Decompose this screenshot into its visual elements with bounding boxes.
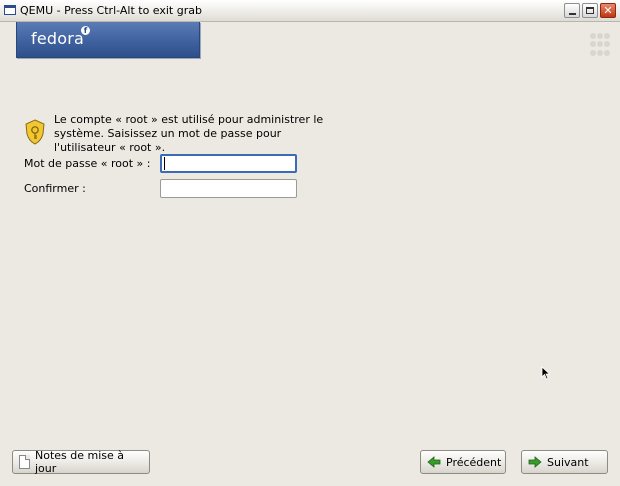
window-titlebar[interactable]: QEMU - Press Ctrl-Alt to exit grab ✕ <box>0 0 620 22</box>
close-button[interactable]: ✕ <box>600 3 616 18</box>
window-icon <box>4 5 16 15</box>
key-badge-icon <box>25 119 45 145</box>
minimize-icon <box>568 12 576 15</box>
confirm-password-input[interactable] <box>160 179 297 198</box>
arrow-left-icon <box>427 456 441 468</box>
close-icon: ✕ <box>603 4 613 17</box>
dots-grid-icon <box>590 33 610 57</box>
text-caret <box>164 157 165 170</box>
minimize-button[interactable] <box>564 3 580 18</box>
mouse-pointer-icon <box>541 366 551 380</box>
maximize-icon <box>586 7 594 14</box>
fedora-infinity-mark: f <box>81 26 90 35</box>
release-notes-button[interactable]: Notes de mise à jour <box>12 449 150 475</box>
maximize-button[interactable] <box>582 3 598 18</box>
back-button[interactable]: Précédent <box>420 450 506 474</box>
root-account-description: Le compte « root » est utilisé pour admi… <box>54 113 324 154</box>
release-notes-label: Notes de mise à jour <box>35 449 125 475</box>
next-label: Suivant <box>547 455 589 469</box>
fedora-logo-banner: fedora f <box>16 22 200 58</box>
next-button[interactable]: Suivant <box>521 450 608 474</box>
fedora-logo-text: fedora <box>31 29 85 48</box>
root-password-label: Mot de passe « root » : <box>24 157 151 170</box>
root-password-input[interactable] <box>160 154 297 173</box>
window-title: QEMU - Press Ctrl-Alt to exit grab <box>20 4 202 17</box>
back-label: Précédent <box>446 455 502 469</box>
arrow-right-icon <box>528 456 542 468</box>
confirm-password-label: Confirmer : <box>24 182 86 195</box>
document-icon <box>19 455 30 469</box>
